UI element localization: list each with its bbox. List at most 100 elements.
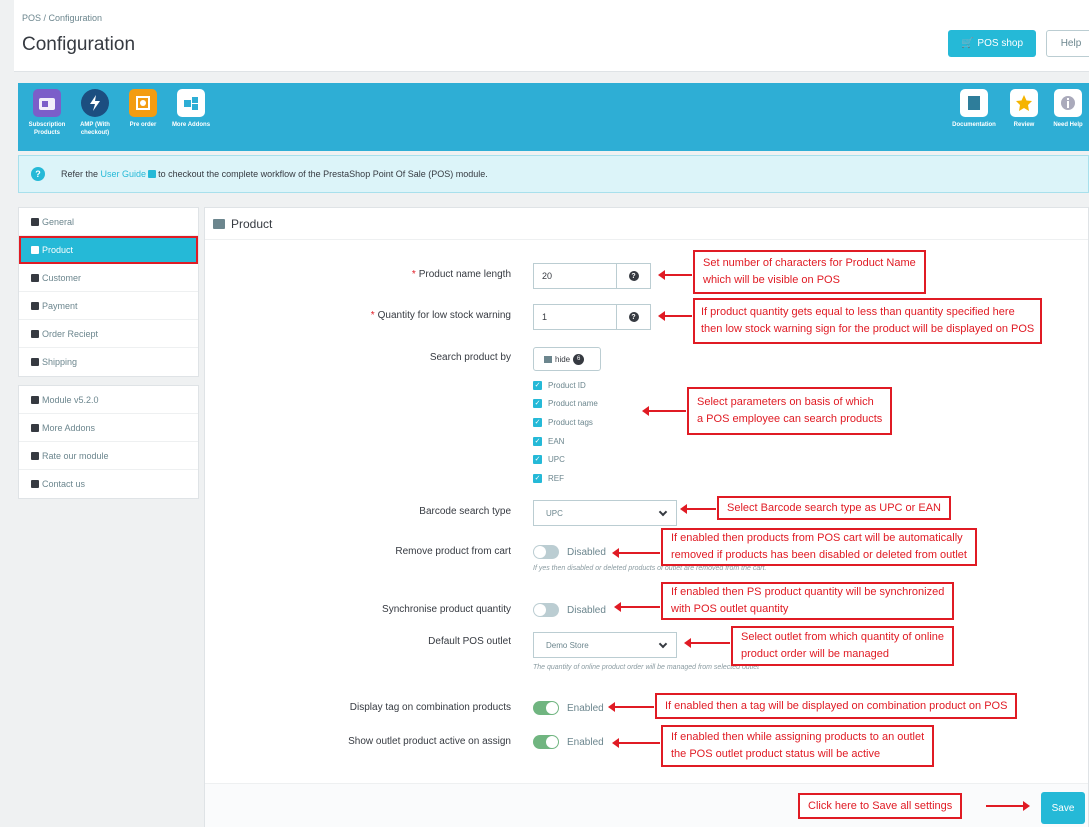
annotation-product-name-length: Set number of characters for Product Nam… <box>693 250 926 294</box>
search-option-product-id[interactable]: ✓ Product ID <box>533 381 586 390</box>
annotation-arrow <box>986 801 1030 811</box>
annotation-arrow <box>658 270 692 280</box>
product-icon <box>213 218 225 229</box>
annotation-show-outlet: If enabled then while assigning products… <box>661 725 935 767</box>
sidebar-group-settings: General Product Customer Payment Order R… <box>18 207 199 377</box>
sync-quantity-toggle[interactable]: Disabled <box>533 603 606 617</box>
chevron-down-icon <box>658 639 668 649</box>
addons-banner: Subscription Products AMP (With checkout… <box>18 83 1089 151</box>
annotation-remove-product: If enabled then products from POS cart w… <box>661 528 977 566</box>
search-option-ean[interactable]: ✓ EAN <box>533 437 564 446</box>
remove-product-label: Remove product from cart <box>395 546 511 557</box>
wrench-icon <box>31 217 39 226</box>
documentation-icon <box>960 89 988 117</box>
display-tag-label: Display tag on combination products <box>349 702 511 713</box>
annotation-arrow <box>658 311 692 321</box>
help-tooltip-icon[interactable]: ? <box>616 264 650 288</box>
remove-product-toggle[interactable]: Disabled <box>533 545 606 559</box>
display-tag-toggle[interactable]: Enabled <box>533 701 604 715</box>
product-name-length-field[interactable]: 20 ? <box>533 263 651 289</box>
page-header: POS / Configuration Configuration 🛒 POS … <box>14 0 1089 72</box>
sidebar-item-rate-module[interactable]: Rate our module <box>19 442 198 470</box>
default-outlet-help: The quantity of online product order wil… <box>533 664 760 671</box>
pos-shop-button[interactable]: 🛒 POS shop <box>948 30 1036 57</box>
banner-more-addons[interactable]: More Addons <box>168 89 214 129</box>
annotation-sync-quantity: If enabled then PS product quantity will… <box>661 582 955 620</box>
banner-preorder[interactable]: Pre order <box>120 89 166 129</box>
annotation-arrow <box>608 702 654 712</box>
subscription-icon <box>33 89 61 117</box>
annotation-arrow <box>612 548 660 558</box>
help-tooltip-icon[interactable]: ? <box>616 305 650 329</box>
sidebar-item-payment[interactable]: Payment <box>19 292 198 320</box>
annotation-arrow <box>612 738 660 748</box>
sidebar-item-shipping[interactable]: Shipping <box>19 348 198 376</box>
count-badge: 6 <box>573 353 585 365</box>
checkbox-checked[interactable]: ✓ <box>533 474 542 483</box>
search-option-upc[interactable]: ✓ UPC <box>533 455 565 464</box>
annotation-arrow <box>642 406 686 416</box>
low-stock-label: * Quantity for low stock warning <box>370 310 511 321</box>
checkbox-checked[interactable]: ✓ <box>533 455 542 464</box>
payment-icon <box>31 301 39 310</box>
search-option-product-name[interactable]: ✓ Product name <box>533 399 598 408</box>
show-outlet-label: Show outlet product active on assign <box>348 736 511 747</box>
sidebar-item-order-receipt[interactable]: Order Reciept <box>19 320 198 348</box>
annotation-search-by: Select parameters on basis of which a POS… <box>687 387 893 435</box>
barcode-search-type-select[interactable]: UPC <box>533 500 677 526</box>
banner-amp[interactable]: AMP (With checkout) <box>72 89 118 137</box>
receipt-icon <box>31 329 39 338</box>
star-icon <box>1010 89 1038 117</box>
external-link-icon <box>148 170 157 178</box>
info-icon <box>1054 89 1082 117</box>
annotation-barcode: Select Barcode search type as UPC or EAN <box>717 496 951 520</box>
panel-heading: Product <box>205 208 1088 240</box>
puzzle-icon <box>177 89 205 117</box>
settings-sidebar: General Product Customer Payment Order R… <box>18 207 199 499</box>
external-link-icon <box>31 451 39 460</box>
sidebar-item-contact-us[interactable]: Contact us <box>19 470 198 498</box>
sidebar-item-customer[interactable]: Customer <box>19 264 198 292</box>
banner-review[interactable]: Review <box>1001 89 1047 129</box>
external-link-icon <box>31 423 39 432</box>
default-outlet-select[interactable]: Demo Store <box>533 632 677 658</box>
sidebar-item-more-addons[interactable]: More Addons <box>19 414 198 442</box>
chevron-down-icon <box>658 507 668 517</box>
sidebar-item-module-version[interactable]: Module v5.2.0 <box>19 386 198 414</box>
amp-bolt-icon <box>81 89 109 117</box>
barcode-search-type-label: Barcode search type <box>419 506 511 517</box>
hide-options-button[interactable]: hide 6 <box>533 347 601 371</box>
annotation-arrow <box>680 504 716 514</box>
save-button[interactable]: Save <box>1041 792 1085 824</box>
checkbox-checked[interactable]: ✓ <box>533 418 542 427</box>
sidebar-item-general[interactable]: General <box>19 208 198 236</box>
module-icon <box>31 395 39 404</box>
search-option-ref[interactable]: ✓ REF <box>533 474 564 483</box>
product-icon <box>31 245 39 254</box>
checkbox-checked[interactable]: ✓ <box>533 399 542 408</box>
checkbox-checked[interactable]: ✓ <box>533 437 542 446</box>
remove-product-help: If yes then disabled or deleted products… <box>533 565 767 572</box>
annotation-arrow <box>614 602 660 612</box>
sidebar-item-product[interactable]: Product <box>19 236 198 264</box>
checkbox-checked[interactable]: ✓ <box>533 381 542 390</box>
page-title: Configuration <box>22 34 136 55</box>
default-outlet-label: Default POS outlet <box>428 636 511 647</box>
banner-need-help[interactable]: Need Help <box>1045 89 1089 129</box>
low-stock-field[interactable]: 1 ? <box>533 304 651 330</box>
annotation-default-outlet: Select outlet from which quantity of onl… <box>731 626 955 666</box>
search-option-product-tags[interactable]: ✓ Product tags <box>533 418 593 427</box>
user-icon <box>31 273 39 282</box>
preorder-icon <box>129 89 157 117</box>
breadcrumb[interactable]: POS / Configuration <box>22 13 102 23</box>
show-outlet-toggle[interactable]: Enabled <box>533 735 604 749</box>
cart-icon: 🛒 <box>960 38 974 49</box>
user-guide-link[interactable]: User Guide <box>101 169 147 179</box>
banner-documentation[interactable]: Documentation <box>951 89 997 129</box>
help-button[interactable]: Help <box>1046 30 1089 57</box>
annotation-arrow <box>684 638 730 648</box>
search-product-by-label: Search product by <box>429 352 511 363</box>
banner-subscription[interactable]: Subscription Products <box>24 89 70 137</box>
list-icon <box>544 355 552 363</box>
product-name-length-label: * Product name length <box>411 269 511 280</box>
